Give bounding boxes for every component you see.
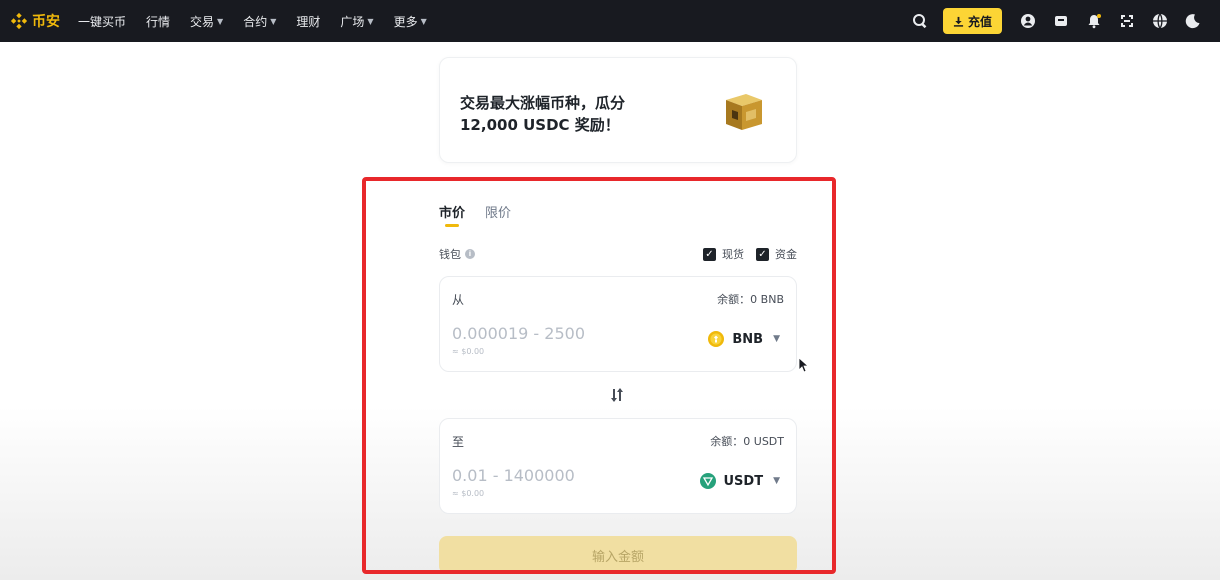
nav-label: 行情 [146, 14, 171, 29]
deposit-label: 充值 [967, 14, 992, 29]
highlight-frame [362, 177, 836, 574]
nav-item-more[interactable]: 更多 ▼ [394, 13, 427, 30]
promo-line-1: 交易最大涨幅币种，瓜分 [460, 94, 626, 112]
promo-text: 交易最大涨幅币种，瓜分 12,000 USDC 奖励！ [460, 92, 625, 136]
user-icon[interactable] [1019, 12, 1037, 30]
moon-icon[interactable] [1184, 12, 1202, 30]
nav-item-buy-crypto[interactable]: 一键买币 [78, 13, 126, 30]
nav-label: 理财 [296, 14, 321, 29]
download-icon [953, 16, 964, 27]
main-nav: 一键买币 行情 交易 ▼ 合约 ▼ 理财 广场 ▼ 更多 ▼ [78, 13, 447, 30]
promo-line-2: 12,000 USDC 奖励！ [460, 116, 620, 134]
chevron-down-icon: ▼ [270, 16, 277, 26]
binance-logo[interactable]: 币安 [10, 11, 60, 31]
nav-label: 广场 [340, 14, 365, 29]
logo-text: 币安 [32, 14, 60, 30]
nav-label: 更多 [393, 14, 418, 29]
search-icon[interactable] [911, 12, 929, 30]
bell-icon[interactable] [1085, 12, 1103, 30]
chevron-down-icon: ▼ [420, 16, 427, 26]
chevron-down-icon: ▼ [217, 16, 224, 26]
wallet-icon[interactable] [1052, 12, 1070, 30]
nav-item-futures[interactable]: 合约 ▼ [243, 13, 276, 30]
qr-scan-icon[interactable] [1118, 12, 1136, 30]
nav-item-square[interactable]: 广场 ▼ [340, 13, 373, 30]
mouse-cursor-icon [799, 358, 809, 373]
nav-item-markets[interactable]: 行情 [146, 13, 170, 30]
binance-logo-icon [10, 12, 28, 30]
top-navbar: 币安 一键买币 行情 交易 ▼ 合约 ▼ 理财 广场 ▼ 更多 ▼ 充值 [0, 0, 1220, 42]
top-right-actions: 充值 [896, 0, 1202, 42]
gift-box-icon [726, 94, 762, 130]
promo-banner[interactable]: 交易最大涨幅币种，瓜分 12,000 USDC 奖励！ [439, 57, 797, 163]
nav-item-earn[interactable]: 理财 [296, 13, 320, 30]
chevron-down-icon: ▼ [367, 16, 374, 26]
nav-label: 合约 [243, 14, 268, 29]
globe-icon[interactable] [1151, 12, 1169, 30]
nav-label: 一键买币 [78, 14, 127, 29]
nav-item-trade[interactable]: 交易 ▼ [190, 13, 223, 30]
deposit-button[interactable]: 充值 [942, 8, 1002, 34]
nav-label: 交易 [190, 14, 215, 29]
